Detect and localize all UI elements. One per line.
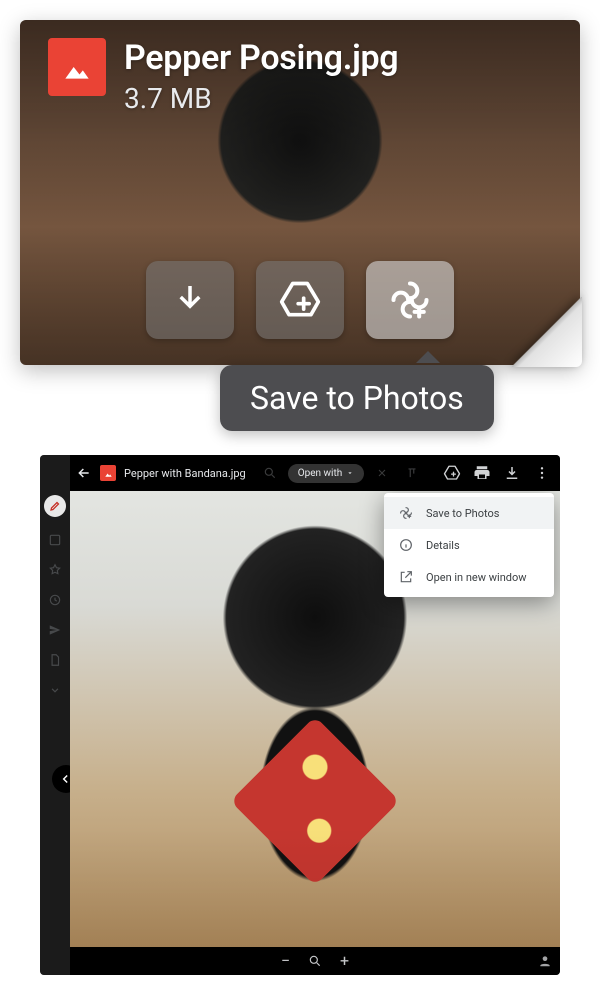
save-to-photos-button[interactable] xyxy=(366,261,454,339)
close-icon[interactable] xyxy=(370,461,394,485)
menu-item-label: Details xyxy=(426,539,460,552)
viewer-filename: Pepper with Bandana.jpg xyxy=(124,467,246,480)
save-to-photos-tooltip: Save to Photos xyxy=(220,365,494,431)
more-menu: Save to Photos Details Open in new windo… xyxy=(384,493,554,597)
zoom-bar: − + xyxy=(70,947,560,975)
attachment-filename: Pepper Posing.jpg xyxy=(124,38,398,78)
save-to-drive-button[interactable] xyxy=(256,261,344,339)
star-icon[interactable] xyxy=(48,563,62,577)
image-file-icon xyxy=(48,38,106,96)
open-external-icon xyxy=(398,569,414,585)
download-icon[interactable] xyxy=(500,461,524,485)
back-button[interactable] xyxy=(74,465,94,481)
search-icon[interactable] xyxy=(258,461,282,485)
send-icon[interactable] xyxy=(48,623,62,637)
menu-open-new-window[interactable]: Open in new window xyxy=(384,561,554,593)
attachment-card: Pepper Posing.jpg 3.7 MB xyxy=(20,20,580,365)
file-icon[interactable] xyxy=(48,653,62,667)
attachment-actions xyxy=(20,261,580,339)
viewer-toolbar: Pepper with Bandana.jpg Open with xyxy=(70,455,560,491)
print-icon[interactable] xyxy=(470,461,494,485)
zoom-out-button[interactable]: − xyxy=(281,953,290,969)
photos-pinwheel-icon xyxy=(398,505,414,521)
clock-icon[interactable] xyxy=(48,593,62,607)
menu-save-to-photos[interactable]: Save to Photos xyxy=(384,497,554,529)
image-file-icon xyxy=(100,465,116,481)
menu-item-label: Open in new window xyxy=(426,571,527,584)
open-with-dropdown[interactable]: Open with xyxy=(288,464,365,483)
attachment-filesize: 3.7 MB xyxy=(124,82,398,115)
attachment-header: Pepper Posing.jpg 3.7 MB xyxy=(48,38,398,115)
compose-button[interactable] xyxy=(44,495,66,517)
more-button[interactable] xyxy=(530,461,554,485)
text-icon[interactable] xyxy=(400,461,424,485)
expand-icon[interactable] xyxy=(48,683,62,697)
image-preview-viewer: Pepper with Bandana.jpg Open with xyxy=(40,455,560,975)
open-with-label: Open with xyxy=(298,468,343,479)
inbox-icon[interactable] xyxy=(48,533,62,547)
menu-item-label: Save to Photos xyxy=(426,507,499,520)
zoom-reset-button[interactable] xyxy=(308,954,322,968)
left-rail xyxy=(40,455,70,975)
download-button[interactable] xyxy=(146,261,234,339)
page-curl-decoration xyxy=(512,297,582,367)
account-icon[interactable] xyxy=(538,954,552,968)
save-to-drive-icon[interactable] xyxy=(440,461,464,485)
zoom-in-button[interactable]: + xyxy=(340,953,349,969)
menu-details[interactable]: Details xyxy=(384,529,554,561)
info-icon xyxy=(398,537,414,553)
